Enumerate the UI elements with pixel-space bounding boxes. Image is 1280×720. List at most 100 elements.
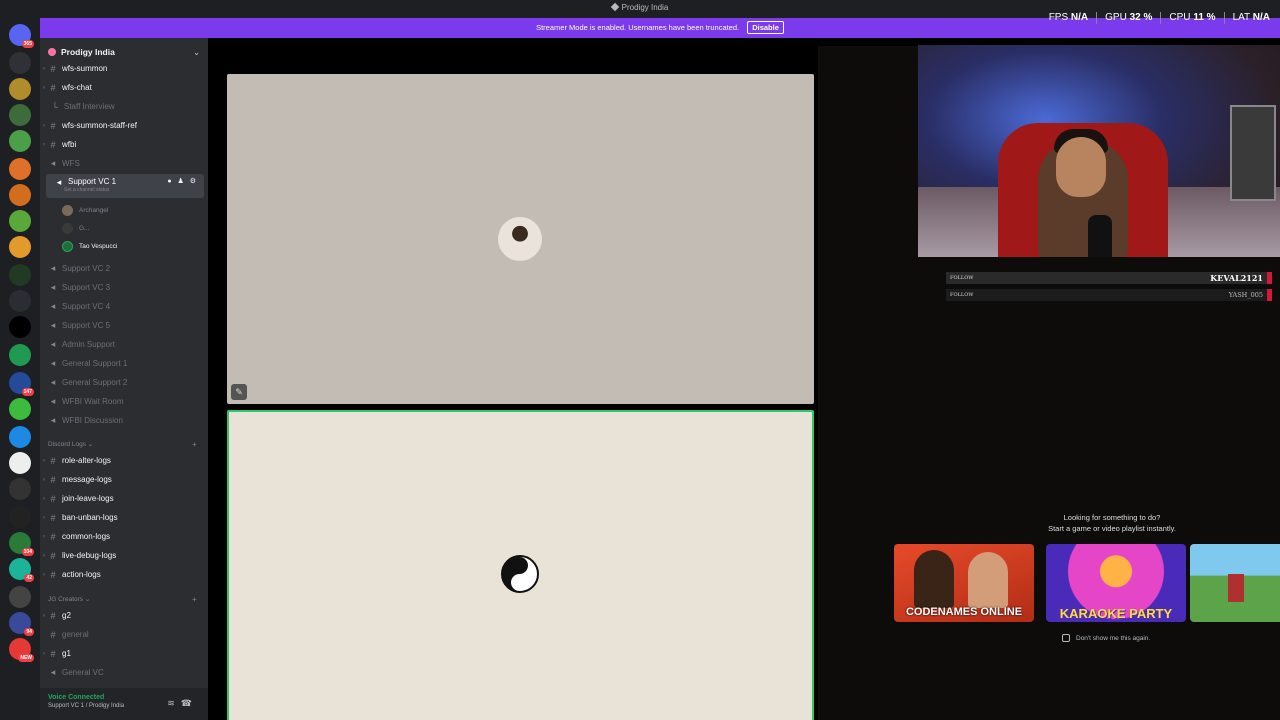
disable-streamer-mode-button[interactable]: Disable — [747, 21, 784, 34]
category-jg-creators[interactable]: JG Creators ⌄ + — [48, 595, 197, 604]
voice-channel-admin-support[interactable]: ◂ Admin Support — [40, 336, 208, 353]
channel-wfs-summon[interactable]: › # wfs-summon — [40, 60, 208, 77]
speaker-icon: ◂ — [50, 282, 56, 292]
thread-staff-interview[interactable]: └ Staff Interview — [40, 98, 208, 115]
server-icon-23[interactable]: NEW — [9, 638, 34, 662]
voice-user-3[interactable]: Tao Vespucci — [62, 238, 117, 254]
performance-overlay: FPS N/A GPU 32 % CPU 11 % LAT N/A — [1049, 12, 1270, 24]
voice-channel-wfs[interactable]: ◂ WFS — [40, 155, 208, 172]
speaker-icon: ◂ — [50, 358, 56, 368]
channel-wfbi[interactable]: › # wfbi — [40, 136, 208, 153]
channel-message-logs[interactable]: › # message-logs — [40, 471, 208, 488]
hash-icon: # — [50, 474, 56, 485]
activity-launcher: Looking for something to do? Start a gam… — [894, 512, 1280, 642]
speaker-icon: ◂ — [50, 415, 56, 425]
channel-wfs-chat[interactable]: › # wfs-chat — [40, 79, 208, 96]
avatar — [62, 222, 73, 234]
channel-common-logs[interactable]: › # common-logs — [40, 528, 208, 545]
voice-user-2[interactable]: G... — [62, 220, 89, 236]
server-icon-1[interactable] — [9, 52, 31, 74]
participant-tile-1[interactable]: ✎ — [227, 74, 814, 404]
hash-icon: # — [50, 569, 56, 580]
server-icon-9[interactable] — [9, 264, 31, 286]
avatar — [62, 240, 73, 252]
avatar — [62, 204, 73, 216]
server-icon-14[interactable] — [9, 398, 31, 420]
hash-icon: # — [50, 139, 56, 150]
dont-show-again-checkbox[interactable]: Don't show me this again. — [1062, 634, 1150, 642]
server-icon-11[interactable] — [9, 316, 31, 338]
voice-channel-general-support-2[interactable]: ◂ General Support 2 — [40, 374, 208, 391]
checkbox-icon[interactable] — [1062, 634, 1070, 642]
server-icon-15[interactable] — [9, 426, 31, 448]
server-icon-20[interactable]: 42 — [9, 558, 34, 582]
activity-card-karaoke[interactable]: KARAOKE PARTY — [1046, 544, 1186, 622]
voice-channel-wfbi-discussion[interactable]: ◂ WFBI Discussion — [40, 412, 208, 429]
speaker-icon: ◂ — [50, 339, 56, 349]
discord-window: Prodigy India Streamer Mode is enabled. … — [0, 0, 1280, 720]
follow-alerts: FOLLOW KEVAL2121 FOLLOW YASH_005 — [946, 272, 1272, 306]
channel-action-logs[interactable]: › # action-logs — [40, 566, 208, 583]
disconnect-icon[interactable]: ☎ — [181, 698, 198, 708]
activity-card-blocks[interactable] — [1190, 544, 1280, 622]
activity-card-codenames[interactable]: CODENAMES ONLINE — [894, 544, 1034, 622]
hash-icon: # — [50, 648, 56, 659]
channel-live-debug-logs[interactable]: › # live-debug-logs — [40, 547, 208, 564]
voice-user-1[interactable]: Archangel — [62, 202, 108, 218]
streamer-webcam — [918, 45, 1280, 257]
server-icon-13[interactable]: 147 — [9, 372, 34, 396]
speaker-icon: ◂ — [50, 667, 56, 677]
server-icon-21[interactable] — [9, 586, 31, 608]
channel-wfs-summon-staff-ref[interactable]: › # wfs-summon-staff-ref — [40, 117, 208, 134]
home-button[interactable]: 365 — [9, 24, 34, 48]
voice-channel-support-vc1[interactable]: ◂ Support VC 1 Set a channel status ● ♟ ⚙ — [46, 174, 204, 198]
channel-status[interactable]: Set a channel status — [64, 187, 109, 193]
voice-channel-support-vc4[interactable]: ◂ Support VC 4 — [40, 298, 208, 315]
voice-channel-general-vc[interactable]: ◂ General VC — [40, 664, 208, 681]
server-icon-10[interactable] — [9, 290, 31, 312]
activity-prompt: Looking for something to do? Start a gam… — [1048, 513, 1176, 533]
voice-channel-support-vc3[interactable]: ◂ Support VC 3 — [40, 279, 208, 296]
hash-icon: # — [50, 512, 56, 523]
server-icon-6[interactable] — [9, 184, 31, 206]
server-icon-2[interactable] — [9, 78, 31, 100]
channel-general[interactable]: # general — [40, 626, 208, 643]
server-icon-5[interactable] — [9, 158, 31, 180]
voice-channel-support-vc5[interactable]: ◂ Support VC 5 — [40, 317, 208, 334]
server-name: Prodigy India — [61, 47, 115, 57]
server-icon-22[interactable]: 94 — [9, 612, 34, 636]
server-icon-18[interactable] — [9, 506, 31, 528]
server-icon-16[interactable] — [9, 452, 31, 474]
noise-suppression-icon[interactable]: ≋ — [167, 698, 181, 708]
banner-text: Streamer Mode is enabled. Usernames have… — [536, 23, 740, 32]
mute-icon: ✎ — [231, 384, 247, 400]
speaker-icon: ◂ — [56, 177, 62, 187]
hash-icon: # — [50, 82, 56, 93]
gpu-stat: GPU 32 % — [1105, 12, 1153, 23]
server-icon-3[interactable] — [9, 104, 31, 126]
hash-icon: # — [50, 120, 56, 131]
voice-channel-wfbi-wait-room[interactable]: ◂ WFBI Wait Room — [40, 393, 208, 410]
follow-alert: FOLLOW KEVAL2121 — [946, 272, 1272, 284]
speaker-icon: ◂ — [50, 301, 56, 311]
server-rail: 365 147 104 42 94 NEW — [0, 18, 40, 720]
server-icon-19[interactable]: 104 — [9, 532, 34, 556]
channel-join-leave-logs[interactable]: › # join-leave-logs — [40, 490, 208, 507]
add-channel-icon: + — [192, 595, 197, 604]
voice-channel-general-support-1[interactable]: ◂ General Support 1 — [40, 355, 208, 372]
channel-g2[interactable]: › # g2 — [40, 607, 208, 624]
channel-tools-icons[interactable]: ● ♟ ⚙ — [167, 177, 198, 185]
server-icon-17[interactable] — [9, 478, 31, 500]
server-icon-8[interactable] — [9, 236, 31, 258]
server-icon-4[interactable] — [9, 130, 31, 152]
channel-role-alter-logs[interactable]: › # role-alter-logs — [40, 452, 208, 469]
server-icon-12[interactable] — [9, 344, 31, 366]
channel-ban-unban-logs[interactable]: › # ban-unban-logs — [40, 509, 208, 526]
yin-yang-avatar-icon — [501, 555, 539, 593]
server-icon-7[interactable] — [9, 210, 31, 232]
category-discord-logs[interactable]: Discord Logs ⌄ + — [48, 440, 197, 449]
channel-g1[interactable]: › # g1 — [40, 645, 208, 662]
participant-avatar — [498, 217, 542, 261]
participant-tile-2-speaking[interactable] — [227, 410, 814, 720]
voice-channel-support-vc2[interactable]: ◂ Support VC 2 — [40, 260, 208, 277]
